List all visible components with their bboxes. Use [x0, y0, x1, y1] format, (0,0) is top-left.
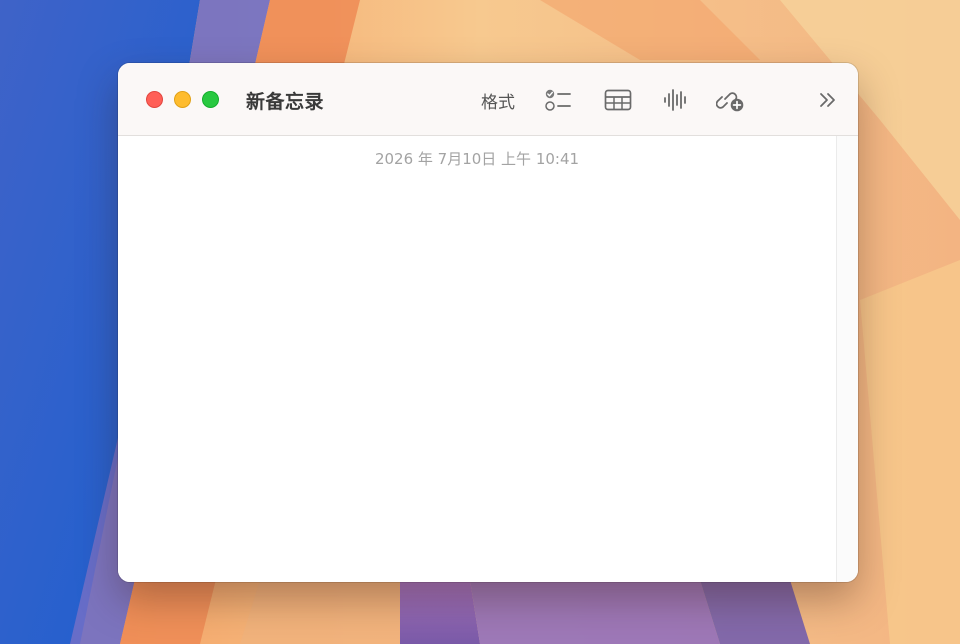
checklist-button[interactable]: [542, 85, 574, 115]
format-button[interactable]: 格式: [474, 85, 522, 115]
zoom-button[interactable]: [202, 91, 219, 108]
more-tools-button[interactable]: [814, 85, 842, 115]
link-collaborate-icon: [716, 92, 744, 112]
minimize-button[interactable]: [174, 91, 191, 108]
audio-waveform-icon: [664, 89, 686, 111]
chevron-double-right-icon: [820, 93, 835, 107]
window-titlebar[interactable]: 新备忘录 格式: [118, 63, 858, 136]
notes-window: 新备忘录 格式 2026 年 7月10日 上午 10:41: [118, 63, 858, 582]
table-button[interactable]: [602, 85, 634, 115]
right-gutter: [836, 136, 858, 582]
note-editor[interactable]: 2026 年 7月10日 上午 10:41: [118, 136, 836, 582]
window-title: 新备忘录: [246, 91, 325, 113]
audio-button[interactable]: [660, 85, 692, 115]
checklist-icon: [545, 89, 571, 111]
close-button[interactable]: [146, 91, 163, 108]
collaborate-button[interactable]: [714, 85, 748, 115]
note-timestamp: 2026 年 7月10日 上午 10:41: [374, 150, 580, 168]
desktop: 新备忘录 格式 2026 年 7月10日 上午 10:41: [0, 0, 960, 644]
table-icon: [604, 89, 632, 111]
